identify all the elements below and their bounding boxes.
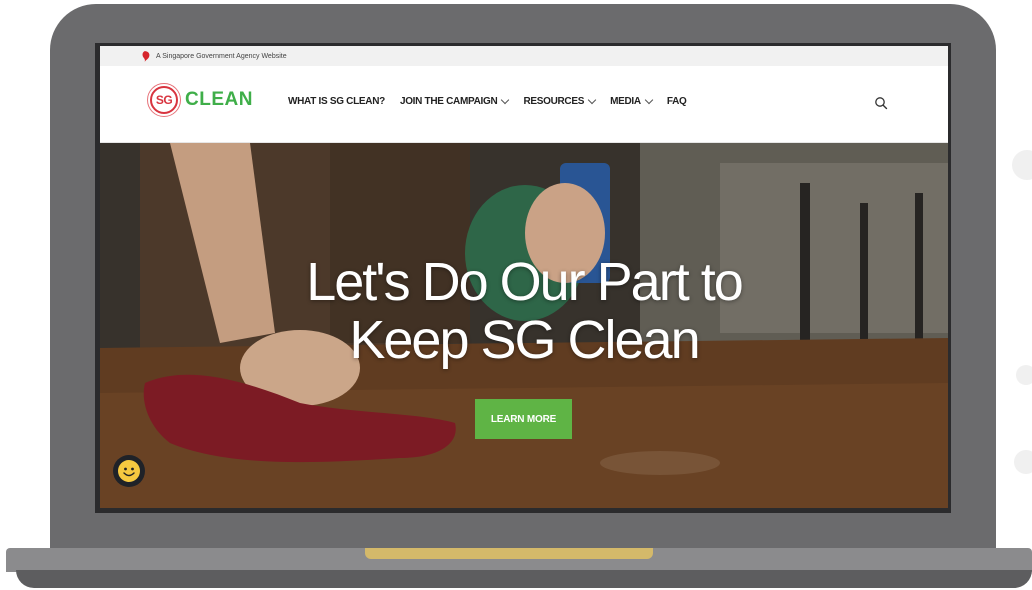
site-header: SG CLEAN WHAT IS SG CLEAN? JOIN THE CAMP… [100, 66, 948, 143]
gov-agency-text: A Singapore Government Agency Website [156, 52, 287, 60]
chevron-down-icon [587, 95, 597, 104]
hero-title: Let's Do Our Part to Keep SG Clean [306, 252, 744, 370]
logo-text: CLEAN [185, 89, 253, 110]
background-decoration [1014, 450, 1032, 474]
main-nav: WHAT IS SG CLEAN? JOIN THE CAMPAIGN RESO… [288, 95, 702, 107]
laptop-base-bottom [16, 570, 1032, 588]
nav-item-what-is-sg-clean[interactable]: WHAT IS SG CLEAN? [288, 96, 385, 107]
chevron-down-icon [501, 95, 510, 104]
laptop-hinge-notch [365, 548, 653, 559]
chevron-down-icon [644, 95, 654, 104]
laptop-screen: A Singapore Government Agency Website SG… [100, 46, 948, 508]
learn-more-button[interactable]: LEARN MORE [475, 399, 572, 439]
logo-mark: SG [147, 83, 181, 117]
smiley-icon [118, 460, 140, 482]
search-icon[interactable] [874, 96, 888, 110]
nav-item-faq[interactable]: FAQ [667, 96, 687, 107]
feedback-widget[interactable] [113, 455, 145, 487]
hero-banner: Let's Do Our Part to Keep SG Clean LEARN… [100, 143, 948, 508]
background-decoration [1012, 150, 1032, 180]
sg-clean-logo[interactable]: SG CLEAN [147, 83, 253, 117]
lion-head-icon [142, 50, 150, 62]
nav-item-resources[interactable]: RESOURCES [523, 95, 597, 107]
gov-agency-bar: A Singapore Government Agency Website [100, 46, 948, 66]
background-decoration [1016, 365, 1032, 385]
nav-item-join-the-campaign[interactable]: JOIN THE CAMPAIGN [400, 95, 510, 107]
nav-item-media[interactable]: MEDIA [610, 95, 654, 107]
